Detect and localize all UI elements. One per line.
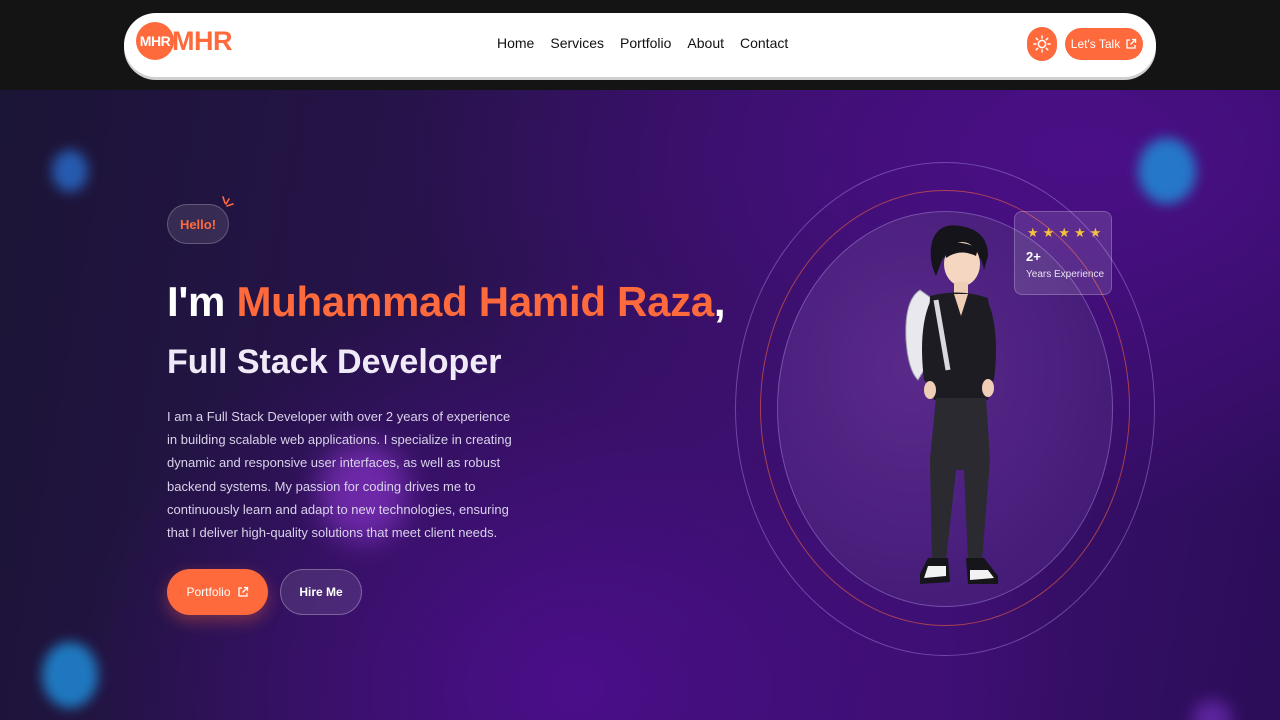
portfolio-button-label: Portfolio: [186, 585, 231, 599]
sun-icon: [1033, 35, 1051, 53]
hero-section: Hello! I'm Muhammad Hamid Raza, Full Sta…: [0, 90, 1280, 720]
experience-label: Years Experience: [1026, 269, 1105, 280]
lets-talk-button[interactable]: Let's Talk: [1065, 28, 1143, 60]
headline-prefix: I'm: [167, 278, 237, 325]
developer-name: Muhammad Hamid Raza: [236, 278, 714, 325]
star-icon: ★: [1073, 225, 1086, 240]
star-icon: ★: [1089, 225, 1102, 240]
nav-link-contact[interactable]: Contact: [740, 35, 788, 51]
logo[interactable]: MHR MHR: [136, 22, 233, 60]
hire-me-button[interactable]: Hire Me: [280, 569, 362, 615]
rating-stars: ★ ★ ★ ★ ★: [1027, 226, 1101, 239]
hero-description: I am a Full Stack Developer with over 2 …: [167, 409, 512, 541]
nav-link-home[interactable]: Home: [497, 35, 534, 51]
experience-value: 2+: [1026, 249, 1041, 264]
nav-link-about[interactable]: About: [687, 35, 724, 51]
navbar: MHR MHR Home Services Portfolio About Co…: [124, 13, 1156, 77]
star-icon: ★: [1058, 225, 1070, 240]
logo-text: MHR: [172, 25, 233, 56]
experience-card: ★ ★ ★ ★ ★ 2+ Years Experience: [1014, 211, 1112, 295]
star-icon: ★: [1042, 225, 1055, 240]
nav-link-services[interactable]: Services: [550, 35, 604, 51]
nav-links: Home Services Portfolio About Contact: [497, 35, 788, 51]
external-link-icon: [1126, 38, 1137, 49]
decorative-blob: [42, 642, 98, 708]
external-link-icon: [237, 586, 248, 597]
theme-toggle-button[interactable]: [1027, 27, 1057, 61]
headline-suffix: ,: [713, 278, 726, 325]
nav-link-portfolio[interactable]: Portfolio: [620, 35, 671, 51]
developer-avatar: [905, 225, 998, 584]
star-icon: ★: [1027, 225, 1039, 240]
lets-talk-label: Let's Talk: [1070, 37, 1121, 51]
logo-badge: MHR: [136, 22, 174, 60]
role-title: Full Stack Developer: [167, 343, 502, 381]
spark-icon: [222, 196, 234, 207]
decorative-blob: [52, 150, 88, 192]
portfolio-button[interactable]: Portfolio: [167, 569, 268, 615]
hero-headline: I'm Muhammad Hamid Raza,: [167, 278, 726, 326]
decorative-blob: [1138, 138, 1196, 204]
decorative-blob: [1192, 700, 1232, 720]
